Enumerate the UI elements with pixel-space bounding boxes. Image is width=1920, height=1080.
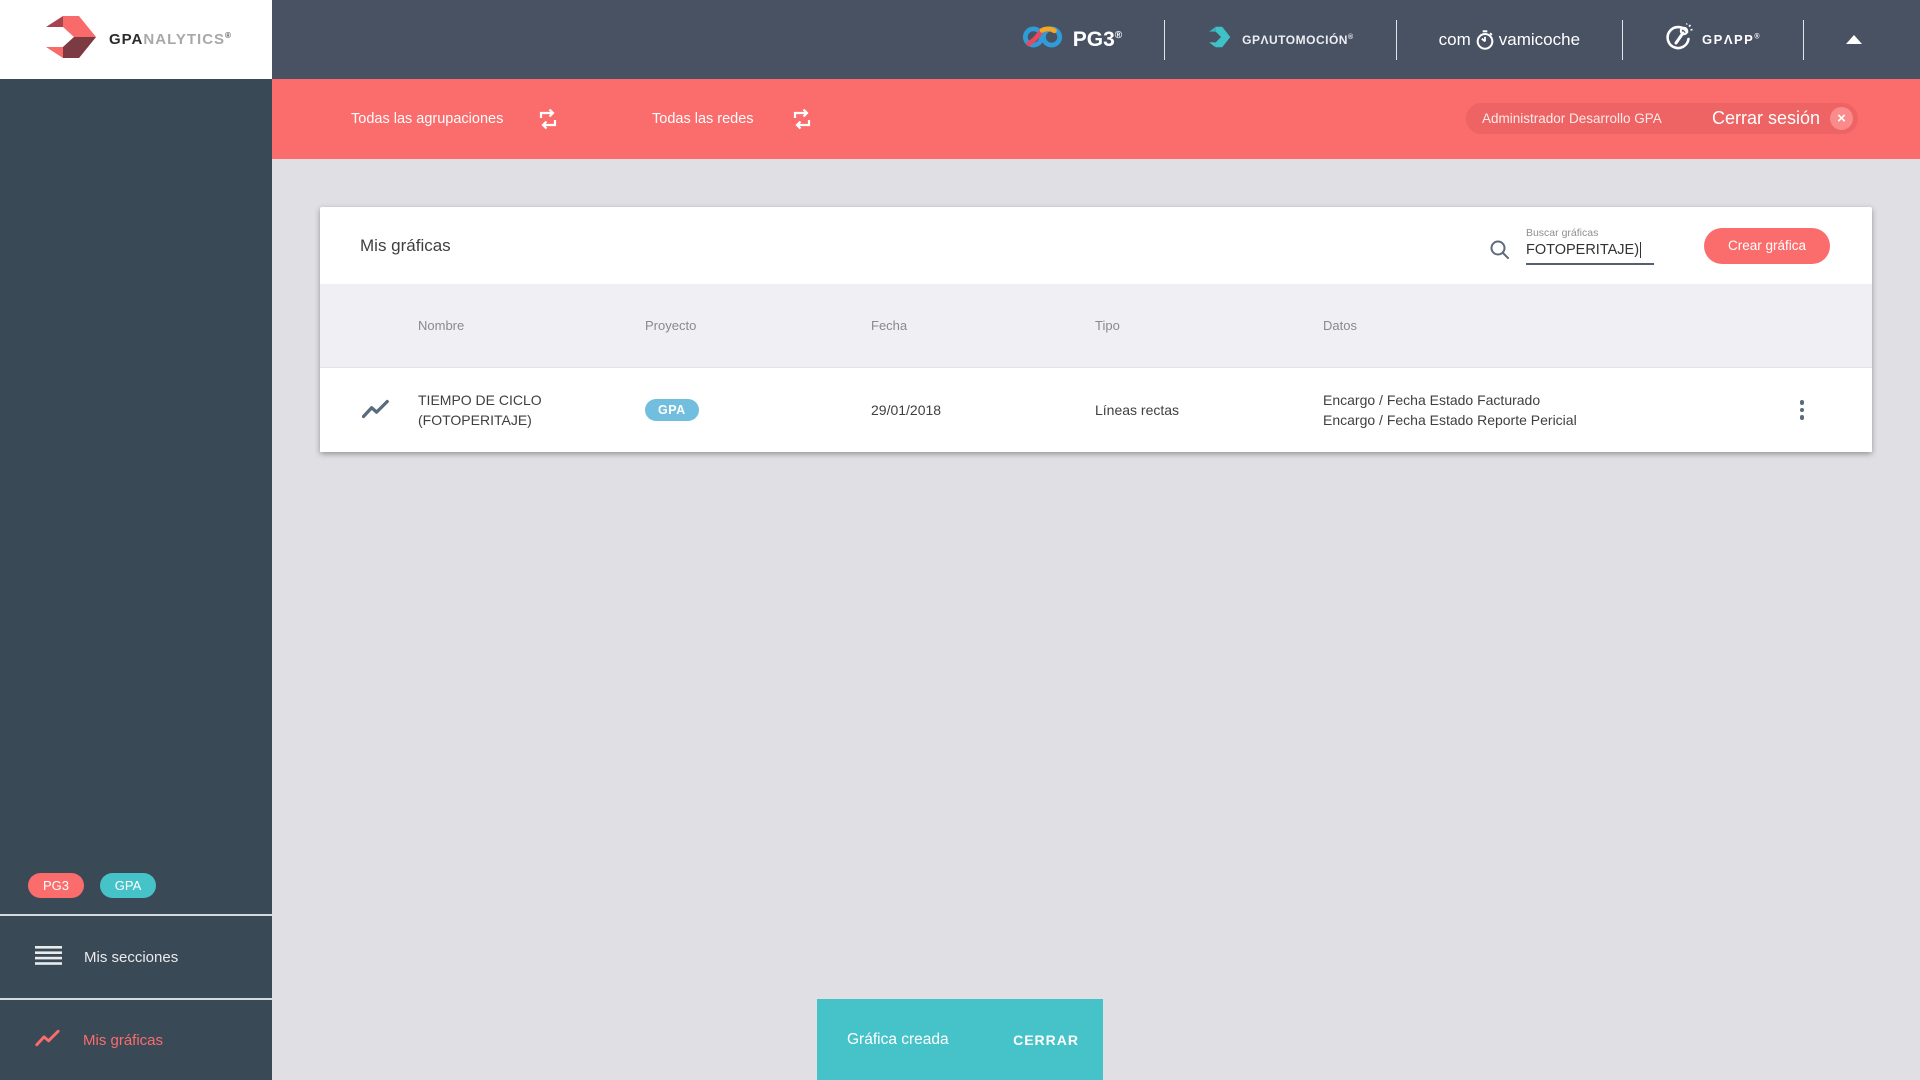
sidebar-item-mis-graficas[interactable]: Mis gráficas bbox=[0, 1000, 272, 1080]
sections-list-icon bbox=[35, 945, 62, 969]
row-data-series: Encargo / Fecha Estado Facturado Encargo… bbox=[1323, 391, 1577, 428]
graficas-card: Mis gráficas Buscar gráficas FOTOPERITAJ… bbox=[320, 207, 1872, 452]
table-row[interactable]: TIEMPO DE CICLO (FOTOPERITAJE) GPA 29/01… bbox=[320, 368, 1872, 452]
comprovamicoche-logo[interactable]: com vamicoche bbox=[1439, 29, 1580, 51]
app-header: GPANALYTICS® PG3® GPΛUTOMOCIÓN® com vami… bbox=[0, 0, 1920, 79]
row-line-chart-icon bbox=[361, 399, 418, 422]
column-header-tipo: Tipo bbox=[1095, 318, 1120, 333]
user-session-pill[interactable]: Administrador Desarrollo GPA Cerrar sesi… bbox=[1466, 103, 1858, 134]
redes-filter[interactable]: Todas las redes bbox=[652, 79, 754, 159]
search-field-label: Buscar gráficas bbox=[1525, 226, 1599, 239]
product-logo-bar: PG3® GPΛUTOMOCIÓN® com vamicoche GPΛPP® bbox=[1022, 0, 1862, 79]
brand-logo: GPANALYTICS® bbox=[0, 0, 272, 79]
gpautomocion-arrow-icon bbox=[1207, 24, 1233, 55]
snackbar-close-button[interactable]: CERRAR bbox=[1007, 1031, 1085, 1049]
logo-separator bbox=[1622, 19, 1624, 60]
brand-text: GPANALYTICS® bbox=[109, 31, 232, 48]
column-header-fecha: Fecha bbox=[871, 318, 908, 333]
close-session-icon[interactable]: × bbox=[1830, 107, 1853, 130]
sidebar-item-label: Mis secciones bbox=[84, 948, 179, 966]
swap-redes-icon[interactable] bbox=[790, 108, 814, 130]
page-title: Mis gráficas bbox=[360, 235, 451, 255]
sidebar-item-mis-secciones[interactable]: Mis secciones bbox=[0, 916, 272, 998]
sidebar: PG3 GPA Mis secciones Mis gráficas bbox=[0, 79, 272, 1080]
snackbar: Gráfica creada CERRAR bbox=[817, 999, 1103, 1080]
table-header: Nombre Proyecto Fecha Tipo Datos bbox=[320, 284, 1872, 368]
stopwatch-icon bbox=[1474, 29, 1496, 51]
line-chart-icon bbox=[35, 1029, 61, 1051]
logo-separator bbox=[1803, 19, 1804, 60]
agrupaciones-filter[interactable]: Todas las agrupaciones bbox=[351, 79, 503, 159]
row-menu-kebab-icon[interactable] bbox=[1796, 396, 1809, 424]
row-date: 29/01/2018 bbox=[871, 402, 942, 418]
row-type: Líneas rectas bbox=[1095, 402, 1180, 418]
sidebar-bottom: PG3 GPA Mis secciones Mis gráficas bbox=[0, 856, 272, 1080]
project-badge: GPA bbox=[645, 399, 699, 421]
logo-separator bbox=[1395, 19, 1397, 60]
sidebar-badges: PG3 GPA bbox=[0, 856, 272, 914]
pg3-infinity-icon bbox=[1022, 24, 1064, 55]
column-header-proyecto: Proyecto bbox=[645, 318, 697, 333]
pg3-label: PG3® bbox=[1072, 27, 1123, 51]
gpa-badge: GPA bbox=[100, 872, 156, 898]
search-input[interactable]: FOTOPERITAJE) bbox=[1525, 242, 1654, 265]
row-name: TIEMPO DE CICLO (FOTOPERITAJE) bbox=[418, 391, 542, 428]
logout-button[interactable]: Cerrar sesión bbox=[1712, 108, 1820, 129]
gpapp-logo[interactable]: GPΛPP® bbox=[1665, 23, 1761, 56]
gpapp-wrench-icon bbox=[1665, 23, 1693, 56]
card-header-actions: Buscar gráficas FOTOPERITAJE) Crear gráf… bbox=[1488, 224, 1830, 267]
sidebar-item-label: Mis gráficas bbox=[83, 1031, 164, 1049]
pg3-badge: PG3 bbox=[28, 872, 84, 898]
filter-bar: Todas las agrupaciones Todas las redes A… bbox=[272, 79, 1920, 159]
user-name-label: Administrador Desarrollo GPA bbox=[1482, 111, 1662, 126]
pg3-logo[interactable]: PG3® bbox=[1022, 24, 1122, 55]
search-field[interactable]: Buscar gráficas FOTOPERITAJE) bbox=[1525, 226, 1654, 265]
swap-agrupaciones-icon[interactable] bbox=[536, 108, 560, 130]
snackbar-message: Gráfica creada bbox=[847, 1030, 949, 1048]
create-chart-button[interactable]: Crear gráfica bbox=[1703, 227, 1830, 264]
comprova-pre-label: com bbox=[1438, 29, 1471, 49]
gpa-analytics-arrow-icon bbox=[46, 15, 96, 64]
column-header-nombre: Nombre bbox=[418, 318, 465, 333]
gpapp-label: GPΛPP® bbox=[1702, 32, 1761, 47]
main-content: Mis gráficas Buscar gráficas FOTOPERITAJ… bbox=[272, 159, 1920, 1080]
gpautomocion-label: GPΛUTOMOCIÓN® bbox=[1242, 32, 1354, 47]
comprova-post-label: vamicoche bbox=[1498, 29, 1581, 49]
collapse-header-caret-icon[interactable] bbox=[1846, 35, 1862, 44]
row-project-cell: GPA bbox=[645, 399, 871, 421]
column-header-datos: Datos bbox=[1323, 318, 1357, 333]
logo-separator bbox=[1164, 19, 1166, 60]
card-header: Mis gráficas Buscar gráficas FOTOPERITAJ… bbox=[320, 207, 1872, 284]
gpautomocion-logo[interactable]: GPΛUTOMOCIÓN® bbox=[1207, 24, 1353, 55]
search-icon[interactable] bbox=[1488, 238, 1512, 267]
